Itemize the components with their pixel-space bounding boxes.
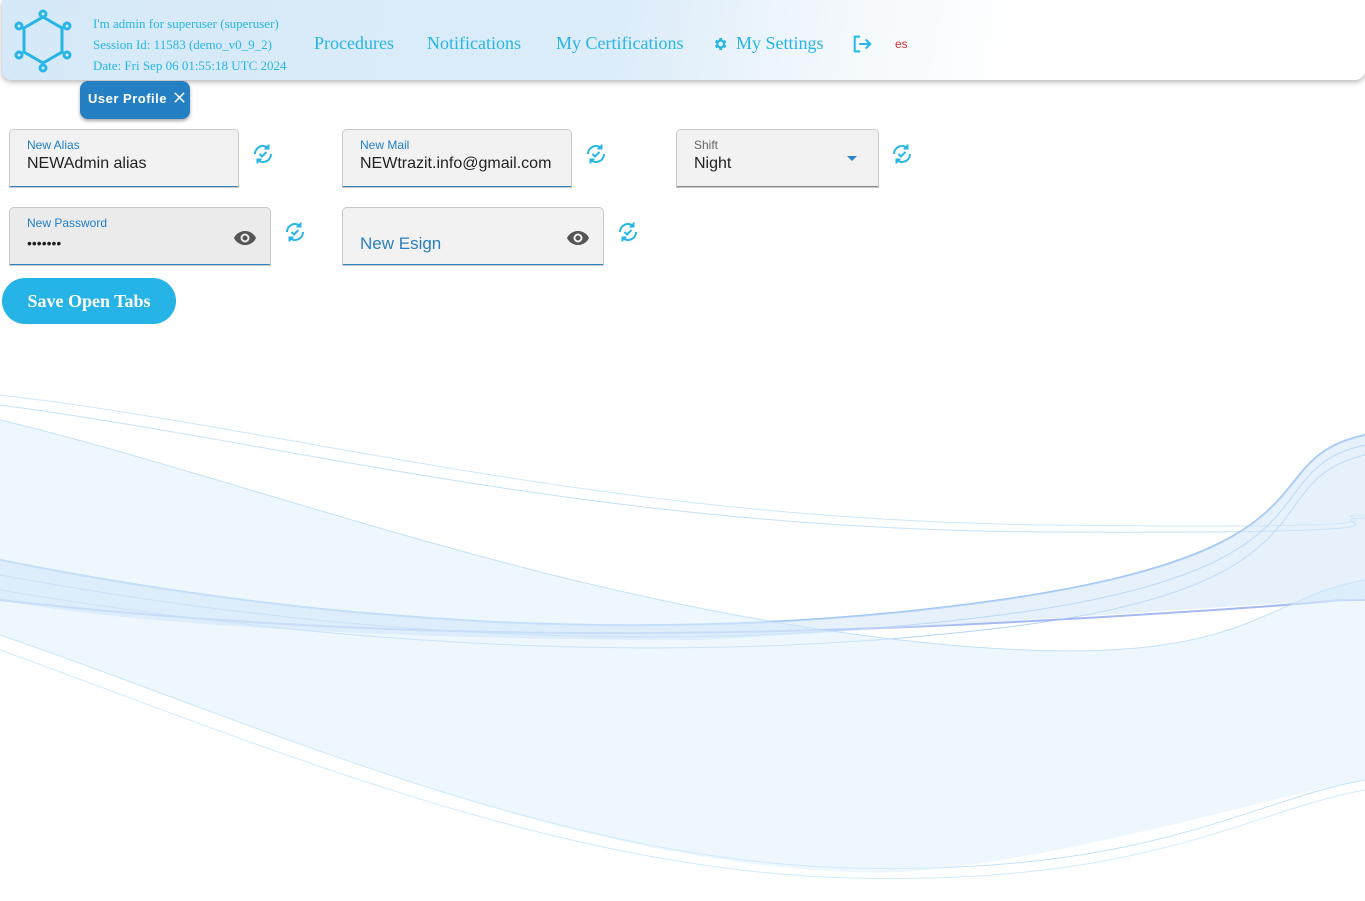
- password-label: New Password: [27, 216, 108, 230]
- eye-icon[interactable]: [566, 226, 590, 250]
- alias-value: NEWAdmin alias: [27, 155, 147, 172]
- alias-field[interactable]: New Alias NEWAdmin alias: [10, 130, 238, 187]
- close-icon[interactable]: [173, 91, 186, 104]
- session-id: Session Id: 11583 (demo_v0_9_2): [93, 37, 272, 52]
- shift-label: Shift: [694, 138, 719, 152]
- shift-value: Night: [694, 155, 732, 172]
- shift-select[interactable]: Shift Night: [677, 130, 878, 187]
- alias-label: New Alias: [27, 138, 80, 152]
- refresh-password-icon[interactable]: [283, 220, 307, 244]
- gear-icon: [714, 37, 727, 50]
- refresh-mail-icon[interactable]: [584, 142, 608, 166]
- refresh-esign-icon[interactable]: [616, 220, 640, 244]
- nav-procedures[interactable]: Procedures: [314, 33, 394, 54]
- language-switch[interactable]: es: [895, 37, 908, 51]
- tab-user-profile-label: User Profile: [88, 91, 167, 106]
- molecule-logo-icon: [14, 9, 72, 73]
- logout-icon[interactable]: [851, 33, 873, 55]
- password-value: •••••••: [27, 235, 62, 251]
- session-info: I'm admin for superuser (superuser) Sess…: [93, 13, 287, 76]
- caret-down-icon[interactable]: [847, 156, 857, 161]
- refresh-alias-icon[interactable]: [251, 142, 275, 166]
- esign-placeholder: New Esign: [360, 234, 442, 253]
- refresh-shift-icon[interactable]: [890, 142, 914, 166]
- esign-field[interactable]: New Esign: [343, 208, 603, 265]
- nav-certifications[interactable]: My Certifications: [556, 33, 683, 54]
- top-header: I'm admin for superuser (superuser) Sess…: [2, 0, 1365, 80]
- nav-settings[interactable]: My Settings: [712, 33, 824, 54]
- mail-field[interactable]: New Mail NEWtrazit.info@gmail.com: [343, 130, 571, 187]
- save-open-tabs-button[interactable]: Save Open Tabs: [2, 278, 176, 324]
- tab-user-profile[interactable]: User Profile: [80, 81, 190, 119]
- mail-value: NEWtrazit.info@gmail.com: [360, 155, 552, 172]
- session-user: I'm admin for superuser (superuser): [93, 16, 279, 31]
- session-date: Date: Fri Sep 06 01:55:18 UTC 2024: [93, 58, 287, 73]
- mail-label: New Mail: [360, 138, 410, 152]
- eye-icon[interactable]: [233, 226, 257, 250]
- password-field[interactable]: New Password •••••••: [10, 208, 270, 265]
- nav-settings-label: My Settings: [736, 33, 824, 53]
- nav-notifications[interactable]: Notifications: [427, 33, 521, 54]
